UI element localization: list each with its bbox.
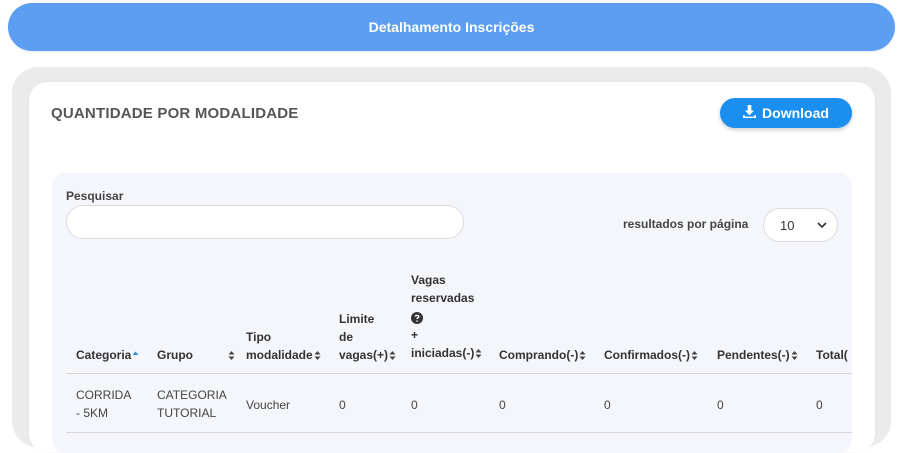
results-per-page-label: resultados por página <box>623 217 749 231</box>
cell-confirmados: 0 <box>604 398 611 412</box>
question-circle-icon[interactable] <box>411 311 423 324</box>
column-header-label: Comprando(-) <box>499 348 579 362</box>
column-header-pendentes[interactable]: Pendentes(-) <box>717 346 798 364</box>
column-header-label: Grupo <box>157 348 193 362</box>
search-input[interactable] <box>66 205 464 239</box>
column-header-categoria[interactable]: Categoria <box>76 346 139 364</box>
cell-total: 0 <box>816 398 823 412</box>
column-header-label: Pendentes(-) <box>717 348 790 362</box>
card-title: QUANTIDADE POR MODALIDADE <box>51 105 299 122</box>
cell-categoria: CORRIDA - 5KM <box>76 388 132 420</box>
column-header-label: Confirmados(-) <box>604 348 690 362</box>
page-header-bar: Detalhamento Inscrições <box>8 3 895 51</box>
column-header-tipo-modalidade[interactable]: Tipo modalidade <box>246 328 321 364</box>
column-header-label: Total( <box>816 348 848 362</box>
column-header-label-top: Vagas reservadas <box>411 273 475 305</box>
column-header-confirmados[interactable]: Confirmados(-) <box>604 346 698 364</box>
sort-both-icon <box>389 350 396 361</box>
download-button[interactable]: Download <box>720 98 852 128</box>
column-header-comprando[interactable]: Comprando(-) <box>499 346 586 364</box>
sort-both-icon <box>791 350 798 361</box>
page-title: Detalhamento Inscrições <box>368 19 535 35</box>
column-header-limite-vagas[interactable]: Limite de vagas(+) <box>339 310 396 364</box>
column-header-total[interactable]: Total( <box>816 346 852 364</box>
cell-pendentes: 0 <box>717 398 724 412</box>
cell-vagas-reservadas: 0 <box>411 398 418 412</box>
cell-grupo: CATEGORIA TUTORIAL <box>157 388 227 420</box>
cell-comprando: 0 <box>499 398 506 412</box>
column-header-label: Tipo modalidade <box>246 330 313 362</box>
cell-tipo-modalidade: Voucher <box>246 398 291 412</box>
search-label: Pesquisar <box>66 189 124 203</box>
sort-asc-icon <box>132 350 139 361</box>
cell-limite-vagas: 0 <box>339 398 346 412</box>
sort-both-icon <box>475 348 482 359</box>
column-header-label: Categoria <box>76 348 132 362</box>
results-per-page-value: 10 <box>780 217 795 233</box>
download-icon <box>743 105 757 121</box>
chevron-down-icon <box>817 218 827 233</box>
sort-both-icon <box>228 350 235 361</box>
header-divider <box>66 373 852 374</box>
sort-both-icon <box>691 350 698 361</box>
column-header-grupo[interactable]: Grupo <box>157 346 193 364</box>
column-header-label-bottom: + iniciadas(-) <box>411 328 475 360</box>
download-button-label: Download <box>762 105 829 121</box>
sort-both-icon <box>314 350 321 361</box>
sort-both-icon <box>579 350 586 361</box>
column-header-vagas-reservadas[interactable]: Vagas reservadas + iniciadas(-) <box>411 271 482 362</box>
column-header-label: Limite de vagas(+) <box>339 312 389 362</box>
row-divider <box>66 432 852 433</box>
results-per-page-select[interactable]: 10 <box>763 208 838 242</box>
